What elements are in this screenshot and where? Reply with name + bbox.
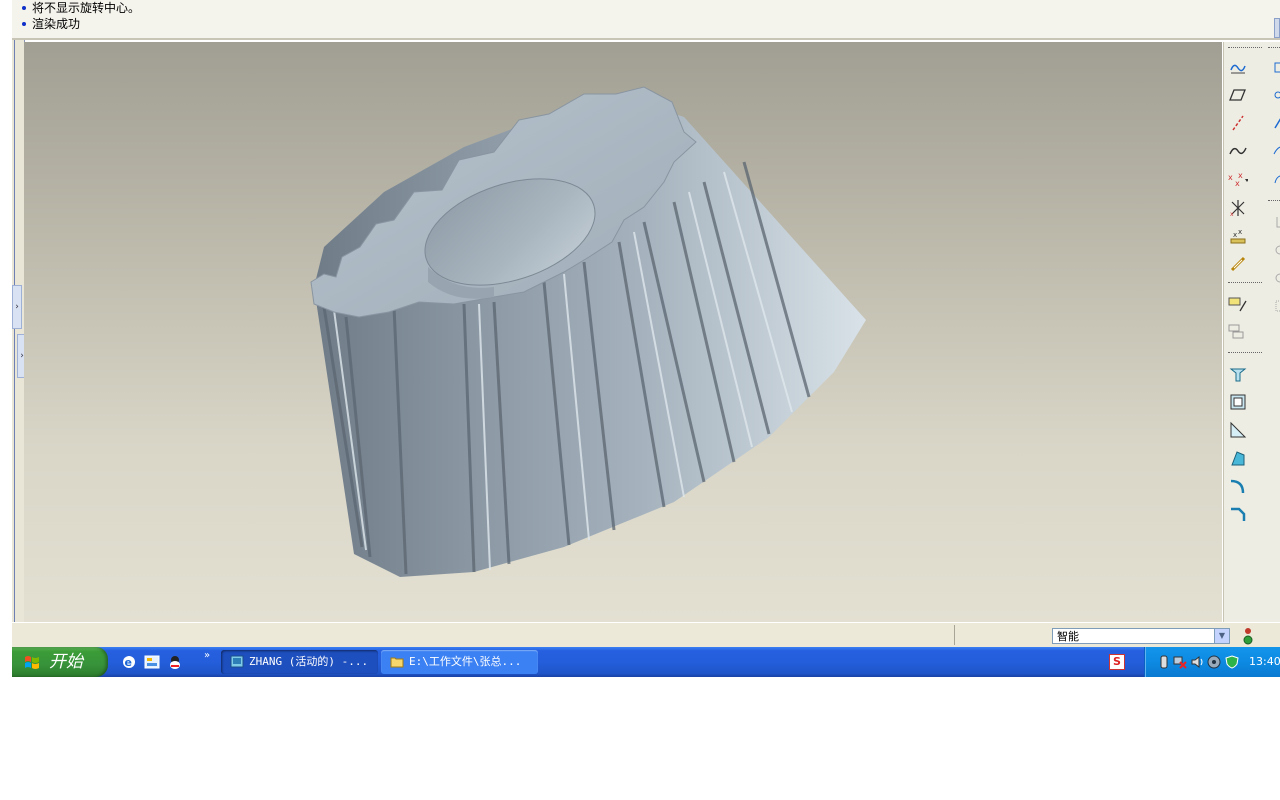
rib-icon[interactable] [1228, 420, 1248, 440]
security-shield-icon[interactable] [1225, 655, 1239, 669]
folder-icon [390, 657, 404, 668]
status-divider [954, 625, 955, 645]
ie-icon[interactable]: e [121, 654, 137, 670]
graphics-viewport[interactable] [24, 42, 1222, 622]
message-line: 渲染成功 [22, 17, 80, 32]
svg-text:x: x [1228, 173, 1233, 182]
chevron-down-icon[interactable]: ▼ [1214, 629, 1229, 643]
usb-device-icon[interactable] [1157, 655, 1171, 669]
datum-axis-icon[interactable] [1228, 113, 1248, 133]
toolbar-separator [1228, 352, 1262, 353]
taskbar-item-explorer[interactable]: E:\工作文件\张总... [381, 650, 538, 674]
proe-window: 将不显示旋转中心。 渲染成功 › › x x x x x x 智能 ▼ 开始 e… [12, 0, 1280, 677]
chain-link-icon[interactable] [1228, 254, 1248, 274]
message-text: 将不显示旋转中心。 [32, 1, 141, 15]
surface-icon[interactable] [1268, 141, 1280, 161]
sketch-tool-icon[interactable] [1228, 294, 1248, 314]
bullet-icon [22, 21, 26, 26]
windows-flag-icon [25, 656, 39, 669]
pattern-icon[interactable] [1268, 296, 1280, 316]
svg-text:x: x [1238, 228, 1242, 236]
sash-line [14, 40, 15, 622]
quicklaunch-more-button[interactable]: » [204, 650, 210, 661]
extrude-icon[interactable] [1228, 364, 1248, 384]
revolve-icon[interactable] [1268, 240, 1280, 260]
datum-curve-icon[interactable] [1228, 141, 1248, 161]
task-label: E:\工作文件\张总... [409, 655, 522, 668]
show-desktop-icon[interactable] [144, 654, 160, 670]
svg-text:x: x [1235, 179, 1240, 188]
antivirus-icon[interactable] [1207, 655, 1221, 669]
datum-plane-icon[interactable] [1228, 85, 1248, 105]
point-icon[interactable] [1268, 85, 1280, 105]
axis-icon[interactable] [1268, 113, 1280, 133]
volume-icon[interactable] [1190, 655, 1204, 669]
message-text: 渲染成功 [32, 17, 81, 31]
toolbar-separator [1228, 47, 1262, 48]
bullet-icon [22, 5, 26, 10]
round-icon[interactable] [1228, 476, 1248, 496]
taskbar-clock[interactable]: 13:40 [1249, 647, 1280, 677]
svg-text:x: x [1233, 231, 1237, 239]
svg-text:x: x [1230, 211, 1234, 217]
analysis-icon[interactable]: xx [1228, 226, 1248, 246]
datum-plane-icon[interactable] [1228, 57, 1248, 77]
start-button[interactable]: 开始 [12, 647, 108, 677]
taskbar-item-proe[interactable]: ZHANG (活动的) -... [221, 650, 378, 674]
blend-icon[interactable] [1268, 170, 1280, 190]
draft-icon[interactable] [1228, 448, 1248, 468]
hole-icon[interactable] [1268, 212, 1280, 232]
navigator-expand-tab[interactable]: › [12, 285, 22, 329]
shell-icon[interactable] [1228, 392, 1248, 412]
selection-filter-dropdown[interactable]: 智能 ▼ [1052, 628, 1230, 644]
sweep-icon[interactable] [1268, 268, 1280, 288]
coordinate-system-icon[interactable]: x [1228, 198, 1248, 218]
svg-text:e: e [125, 656, 132, 669]
qq-icon[interactable] [167, 654, 183, 670]
message-area: 将不显示旋转中心。 渲染成功 [12, 0, 1280, 40]
status-bar: 智能 ▼ [12, 622, 1280, 647]
ime-sogou-icon[interactable]: S [1109, 654, 1125, 670]
right-toolbar: xxx x xx [1223, 42, 1280, 622]
sketch-edit-icon[interactable] [1228, 322, 1248, 342]
message-scrollbar[interactable] [1274, 18, 1280, 38]
toolbar-separator [1268, 47, 1280, 48]
selection-filter-value: 智能 [1057, 630, 1079, 643]
system-tray: 13:40 [1144, 647, 1280, 677]
datum-point-icon[interactable]: xxx [1228, 170, 1248, 190]
windows-taskbar: 开始 e » ZHANG (活动的) -... E:\工作文件\张总... S … [12, 647, 1280, 677]
start-label: 开始 [49, 652, 83, 672]
bevel-gear-model [310, 86, 866, 577]
proe-app-icon [230, 655, 244, 668]
task-label: ZHANG (活动的) -... [249, 655, 369, 668]
network-disconnected-icon[interactable] [1173, 655, 1187, 669]
message-line: 将不显示旋转中心。 [22, 1, 140, 16]
svg-text:x: x [1238, 171, 1243, 180]
toolbar-separator [1228, 282, 1262, 283]
status-light-icon [1243, 628, 1253, 645]
view-icon[interactable] [1268, 57, 1280, 77]
toolbar-separator [1268, 200, 1280, 201]
chamfer-icon[interactable] [1228, 504, 1248, 524]
